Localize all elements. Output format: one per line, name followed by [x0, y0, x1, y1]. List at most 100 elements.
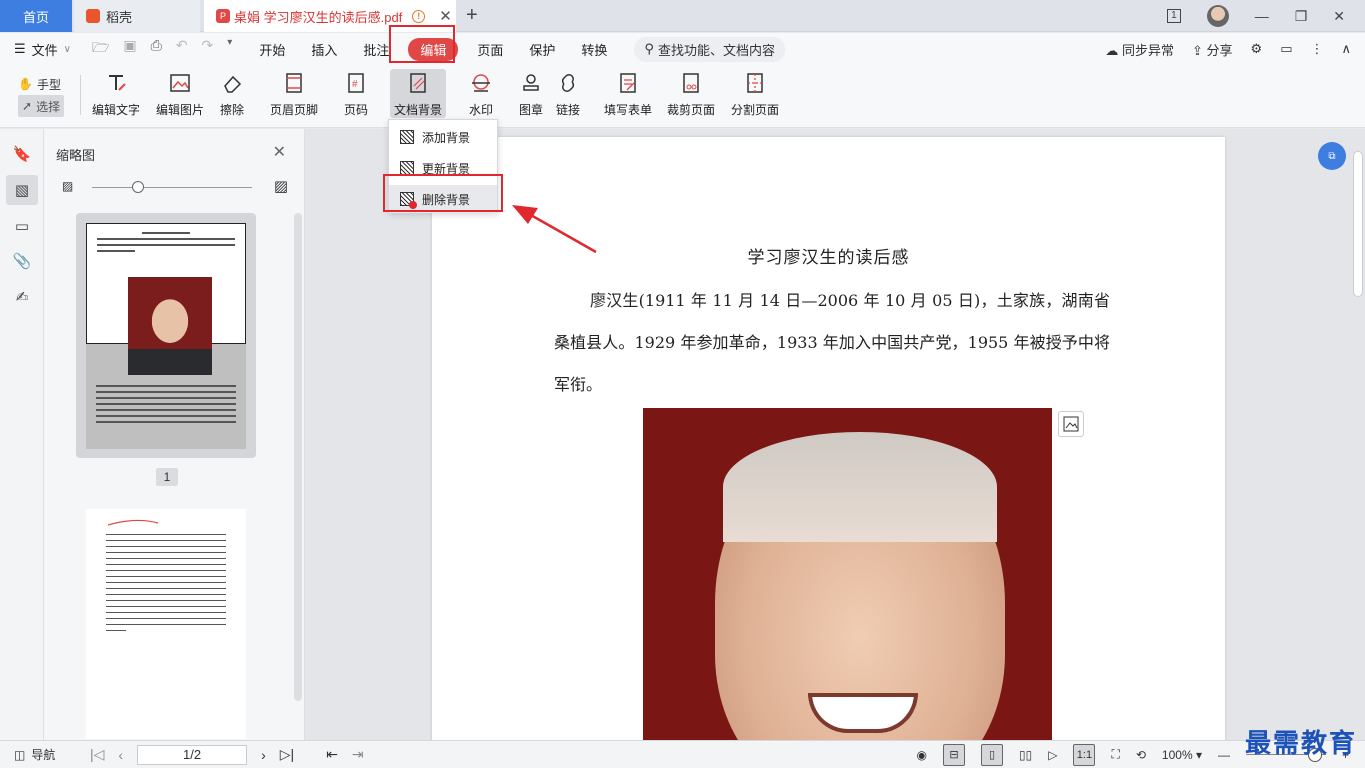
forward-icon[interactable]: ⇥ [352, 746, 364, 763]
search-box[interactable]: ⚲ 查找功能、文档内容 [634, 36, 785, 62]
split-page-button[interactable]: 分割页面 [731, 69, 779, 118]
actual-size-button[interactable]: 1:1 [1073, 743, 1096, 766]
play-icon[interactable]: ▷ [1048, 748, 1057, 762]
sync-button[interactable]: ☁ 同步异常 [1105, 40, 1174, 59]
window-count-badge[interactable]: 1 [1167, 9, 1181, 23]
delete-background-highlight [383, 174, 503, 212]
fit-width-icon[interactable]: ⊟ [943, 743, 965, 766]
collapse-ribbon-icon[interactable]: ∧ [1341, 41, 1351, 57]
thumbnail-scrollbar[interactable] [294, 213, 302, 701]
single-page-icon[interactable]: ▯ [981, 743, 1003, 766]
feedback-icon[interactable]: ▭ [1280, 41, 1292, 57]
edit-text-label: 编辑文字 [92, 103, 141, 117]
thumbnail-size-slider[interactable]: ▨ ▨ [62, 177, 288, 195]
zoom-out-icon[interactable]: — [1218, 748, 1230, 762]
large-image-icon[interactable]: ▨ [274, 177, 288, 195]
last-page-icon[interactable]: ▷| [280, 746, 294, 763]
crop-page-button[interactable]: 裁剪页面 [667, 69, 715, 118]
close-icon[interactable]: ✕ [273, 142, 286, 162]
eye-icon[interactable]: ◉ [917, 748, 927, 762]
warning-icon[interactable]: ! [412, 9, 426, 23]
save-icon[interactable]: ▣ [123, 37, 136, 61]
share-button[interactable]: ⇪ 分享 [1192, 40, 1233, 59]
navigation-toggle[interactable]: ◫ 导航 [14, 746, 55, 763]
portrait-photo[interactable] [643, 408, 1052, 740]
comment-icon[interactable]: ▭ [6, 211, 38, 241]
hand-icon: ✋ [18, 77, 33, 91]
erase-button[interactable]: 擦除 [219, 69, 245, 118]
document-scrollbar[interactable] [1353, 151, 1363, 297]
bookmark-icon[interactable]: 🔖 [6, 139, 38, 169]
watermark-button[interactable]: 水印 [468, 69, 494, 118]
float-tool-button[interactable]: ⧉ [1318, 142, 1346, 170]
more-dropdown-icon[interactable]: ▾ [227, 37, 232, 61]
search-icon: ⚲ [644, 41, 654, 56]
fill-form-button[interactable]: 填写表单 [604, 69, 652, 118]
zoom-dropdown[interactable]: 100% ▾ [1162, 748, 1202, 762]
restore-icon[interactable]: ❐ [1295, 8, 1308, 25]
small-image-icon[interactable]: ▨ [62, 179, 73, 193]
minimize-icon[interactable]: — [1255, 8, 1269, 24]
back-icon[interactable]: ⇤ [326, 746, 338, 763]
redo-icon[interactable]: ↷ [202, 37, 214, 61]
page-number-button[interactable]: # 页码 [343, 69, 369, 118]
link-button[interactable]: 链接 [555, 69, 581, 118]
menu-insert[interactable]: 插入 [298, 40, 350, 59]
new-tab-button[interactable]: + [466, 4, 478, 27]
menu-start[interactable]: 开始 [246, 40, 298, 59]
doc-background-button[interactable]: 文档背景 [390, 69, 447, 118]
rotate-icon[interactable]: ⟲ [1136, 748, 1146, 762]
slider-track[interactable] [92, 187, 252, 188]
user-avatar[interactable] [1206, 5, 1229, 27]
edit-image-button[interactable]: 编辑图片 [156, 69, 204, 118]
watermark-label: 水印 [468, 103, 493, 117]
open-folder-icon[interactable]: 🗁 [92, 37, 109, 61]
slider-knob[interactable] [132, 181, 144, 193]
file-menu-label: 文件 [31, 42, 58, 58]
stamp-button[interactable]: 图章 [518, 69, 544, 118]
attachment-icon[interactable]: 📎 [6, 246, 38, 276]
settings-icon[interactable]: ⚙ [1251, 41, 1263, 57]
first-page-icon[interactable]: |◁ [90, 746, 104, 763]
edit-text-button[interactable]: 编辑文字 [92, 69, 140, 118]
link-label: 链接 [555, 103, 580, 117]
toolbar-divider [80, 75, 81, 115]
close-window-icon[interactable]: ✕ [1333, 8, 1345, 25]
hand-tool[interactable]: ✋ 手型 [18, 73, 64, 95]
page-input[interactable]: 1/2 [137, 744, 248, 765]
menu-convert[interactable]: 转换 [568, 40, 620, 59]
image-edit-icon[interactable] [1058, 411, 1084, 437]
thumbnail-page-2[interactable] [86, 509, 246, 739]
prev-page-icon[interactable]: ‹ [118, 747, 123, 763]
menu-protect[interactable]: 保护 [516, 40, 568, 59]
close-tab-icon[interactable]: ✕ [439, 7, 452, 25]
status-bar: ◫ 导航 |◁ ‹ 1/2 › ▷| ⇤ ⇥ ◉ ⊟ ▯ ▯▯ ▷ 1:1 ⛶ ⟲… [0, 740, 1365, 768]
header-footer-icon [281, 69, 307, 97]
thumbnail-icon[interactable]: ▧ [6, 175, 38, 205]
next-page-icon[interactable]: › [261, 747, 266, 763]
tab-daoke[interactable]: 稻壳 [74, 0, 200, 32]
thumbnail-page-1[interactable] [76, 213, 256, 458]
fit-page-icon[interactable]: ⛶ [1111, 747, 1119, 762]
fill-form-label: 填写表单 [604, 103, 653, 117]
double-page-icon[interactable]: ▯▯ [1019, 748, 1032, 762]
more-icon[interactable]: ⋮ [1310, 41, 1323, 57]
file-menu[interactable]: ☰ 文件 ∨ [0, 40, 84, 59]
undo-icon[interactable]: ↶ [176, 37, 188, 61]
eraser-icon [219, 69, 245, 97]
header-footer-button[interactable]: 页眉页脚 [270, 69, 318, 118]
doc-background-icon [405, 69, 431, 97]
photo-hair [723, 432, 997, 542]
print-icon[interactable]: ⎙ [151, 37, 162, 61]
search-placeholder: 查找功能、文档内容 [657, 42, 775, 58]
page-navigator: |◁ ‹ 1/2 › ▷| ⇤ ⇥ [90, 744, 364, 765]
add-background-icon [400, 130, 414, 144]
add-background-item[interactable]: 添加背景 [389, 123, 497, 151]
menu-page[interactable]: 页面 [464, 40, 516, 59]
left-icon-strip: 🔖 ▧ ▭ 📎 ✍ [0, 129, 44, 740]
split-page-icon [742, 69, 768, 97]
tab-home[interactable]: 首页 [0, 0, 72, 32]
right-menu: ☁ 同步异常 ⇪ 分享 ⚙ ▭ ⋮ ∧ [1105, 40, 1351, 59]
select-tool[interactable]: ➚ 选择 [18, 95, 65, 117]
signature-icon[interactable]: ✍ [6, 282, 38, 312]
